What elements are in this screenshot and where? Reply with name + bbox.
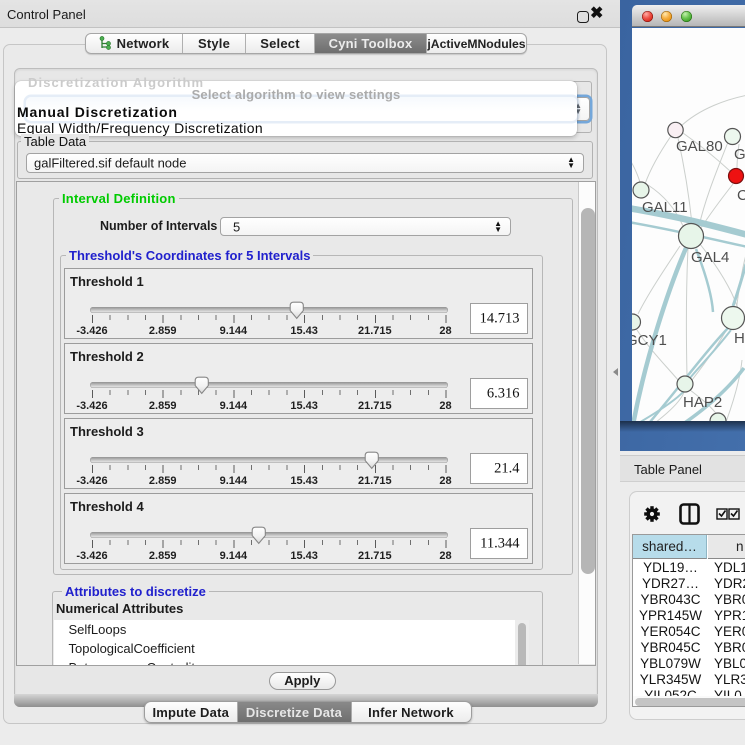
svg-text:H: H [734, 330, 745, 347]
svg-text:C: C [737, 187, 745, 204]
svg-text:GCY1: GCY1 [632, 332, 667, 349]
svg-text:GAL80: GAL80 [676, 138, 723, 155]
svg-text:G: G [734, 146, 745, 163]
svg-text:HAP2: HAP2 [683, 394, 722, 411]
svg-text:GAL4: GAL4 [691, 249, 729, 266]
svg-text:GAL11: GAL11 [642, 199, 688, 216]
